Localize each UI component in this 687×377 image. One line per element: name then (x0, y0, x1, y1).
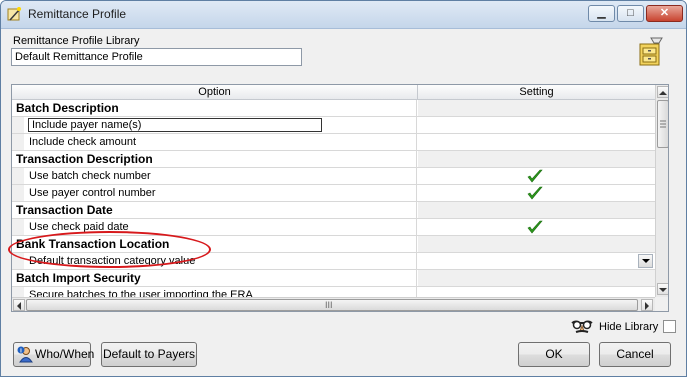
options-grid: Option Setting Batch Description Include … (11, 84, 669, 312)
scroll-left-button[interactable] (13, 299, 25, 311)
remittance-profile-window: Remittance Profile ▁ □ ✕ Remittance Prof… (0, 0, 687, 377)
user-info-icon: i (17, 346, 33, 363)
option-cell[interactable]: Use payer control number (12, 185, 417, 201)
horizontal-scroll-thumb[interactable]: III (26, 299, 638, 311)
setting-cell (418, 100, 655, 116)
setting-cell[interactable] (418, 185, 655, 201)
vertical-scroll-thumb[interactable] (657, 100, 668, 148)
library-label: Remittance Profile Library (13, 35, 140, 47)
dropdown-button[interactable] (638, 254, 653, 268)
scroll-up-button[interactable] (657, 86, 668, 98)
maximize-button[interactable]: □ (617, 5, 644, 22)
row-indent (12, 168, 24, 184)
option-cell: Transaction Description (12, 151, 417, 167)
horizontal-scrollbar[interactable]: III (12, 297, 655, 311)
file-cabinet-icon[interactable] (637, 37, 663, 67)
close-button[interactable]: ✕ (646, 5, 683, 22)
minimize-button[interactable]: ▁ (588, 5, 615, 22)
row-indent (12, 219, 24, 235)
who-when-button[interactable]: i Who/When (13, 342, 95, 367)
cancel-button[interactable]: Cancel (599, 342, 671, 367)
row-indent (12, 185, 24, 201)
default-to-payers-label: Default to Payers (102, 347, 196, 361)
arrow-right-icon (645, 302, 649, 310)
category-row: Transaction Description (12, 151, 655, 168)
category-label: Batch Description (16, 101, 119, 115)
setting-cell[interactable] (418, 168, 655, 184)
column-header-option[interactable]: Option (12, 85, 418, 99)
option-row[interactable]: Include check amount (12, 134, 655, 151)
setting-cell[interactable] (418, 117, 655, 133)
option-cell: Batch Description (12, 100, 417, 116)
vertical-scrollbar[interactable] (655, 85, 668, 297)
arrow-left-icon (17, 302, 21, 310)
category-label: Batch Import Security (16, 271, 141, 285)
ok-button[interactable]: OK (518, 342, 590, 367)
option-cell[interactable]: Use batch check number (12, 168, 417, 184)
arrow-up-icon (659, 91, 667, 95)
checkmark-icon[interactable] (527, 186, 543, 201)
row-indent (12, 117, 24, 133)
setting-cell (418, 236, 655, 252)
option-cell: Transaction Date (12, 202, 417, 218)
grip-icon (660, 120, 666, 128)
dropdown-arrow-icon (642, 259, 650, 263)
setting-cell (418, 270, 655, 286)
disguise-glasses-icon (571, 320, 593, 333)
option-cell: Batch Import Security (12, 270, 417, 286)
arrow-down-icon (659, 288, 667, 292)
ok-label: OK (545, 347, 563, 361)
scroll-right-button[interactable] (641, 299, 653, 311)
maximize-icon: □ (627, 7, 634, 19)
default-to-payers-button[interactable]: Default to Payers (101, 342, 197, 367)
app-wand-icon (7, 7, 21, 21)
window-title: Remittance Profile (28, 7, 127, 21)
hide-library-checkbox[interactable] (663, 320, 676, 333)
setting-cell (418, 202, 655, 218)
row-indent (12, 134, 24, 150)
setting-cell[interactable] (418, 134, 655, 150)
grid-header: Option Setting (12, 85, 655, 100)
setting-cell[interactable] (418, 219, 655, 235)
category-row: Batch Import Security (12, 270, 655, 287)
option-label: Include check amount (29, 136, 137, 148)
title-bar[interactable]: Remittance Profile ▁ □ ✕ (1, 1, 686, 29)
grid-rows: Batch Description Include payer name(s) In… (12, 100, 655, 304)
minimize-icon: ▁ (597, 7, 606, 19)
setting-cell[interactable] (418, 253, 655, 269)
option-row[interactable]: Use payer control number (12, 185, 655, 202)
column-header-setting[interactable]: Setting (418, 85, 655, 99)
library-field[interactable]: Default Remittance Profile (11, 48, 302, 66)
option-label: Include payer name(s) (27, 118, 323, 132)
scroll-down-button[interactable] (657, 283, 668, 295)
option-row[interactable]: Use batch check number (12, 168, 655, 185)
checkmark-icon[interactable] (527, 220, 543, 235)
option-cell[interactable]: Include payer name(s) (12, 117, 417, 133)
cancel-label: Cancel (616, 347, 654, 361)
option-label: Use batch check number (29, 170, 151, 182)
highlight-annotation-ellipse (8, 231, 211, 268)
option-label: Use payer control number (29, 187, 156, 199)
option-row[interactable]: Include payer name(s) (12, 117, 655, 134)
who-when-label: Who/When (35, 347, 95, 361)
setting-cell (418, 151, 655, 167)
hide-library-label: Hide Library (599, 321, 659, 333)
checkmark-icon[interactable] (527, 169, 543, 184)
option-cell[interactable]: Include check amount (12, 134, 417, 150)
category-label: Transaction Description (16, 152, 153, 166)
category-row: Transaction Date (12, 202, 655, 219)
category-label: Transaction Date (16, 203, 113, 217)
horizontal-grip: III (325, 300, 333, 310)
scroll-corner (655, 297, 668, 311)
category-row: Batch Description (12, 100, 655, 117)
close-icon: ✕ (659, 7, 670, 19)
